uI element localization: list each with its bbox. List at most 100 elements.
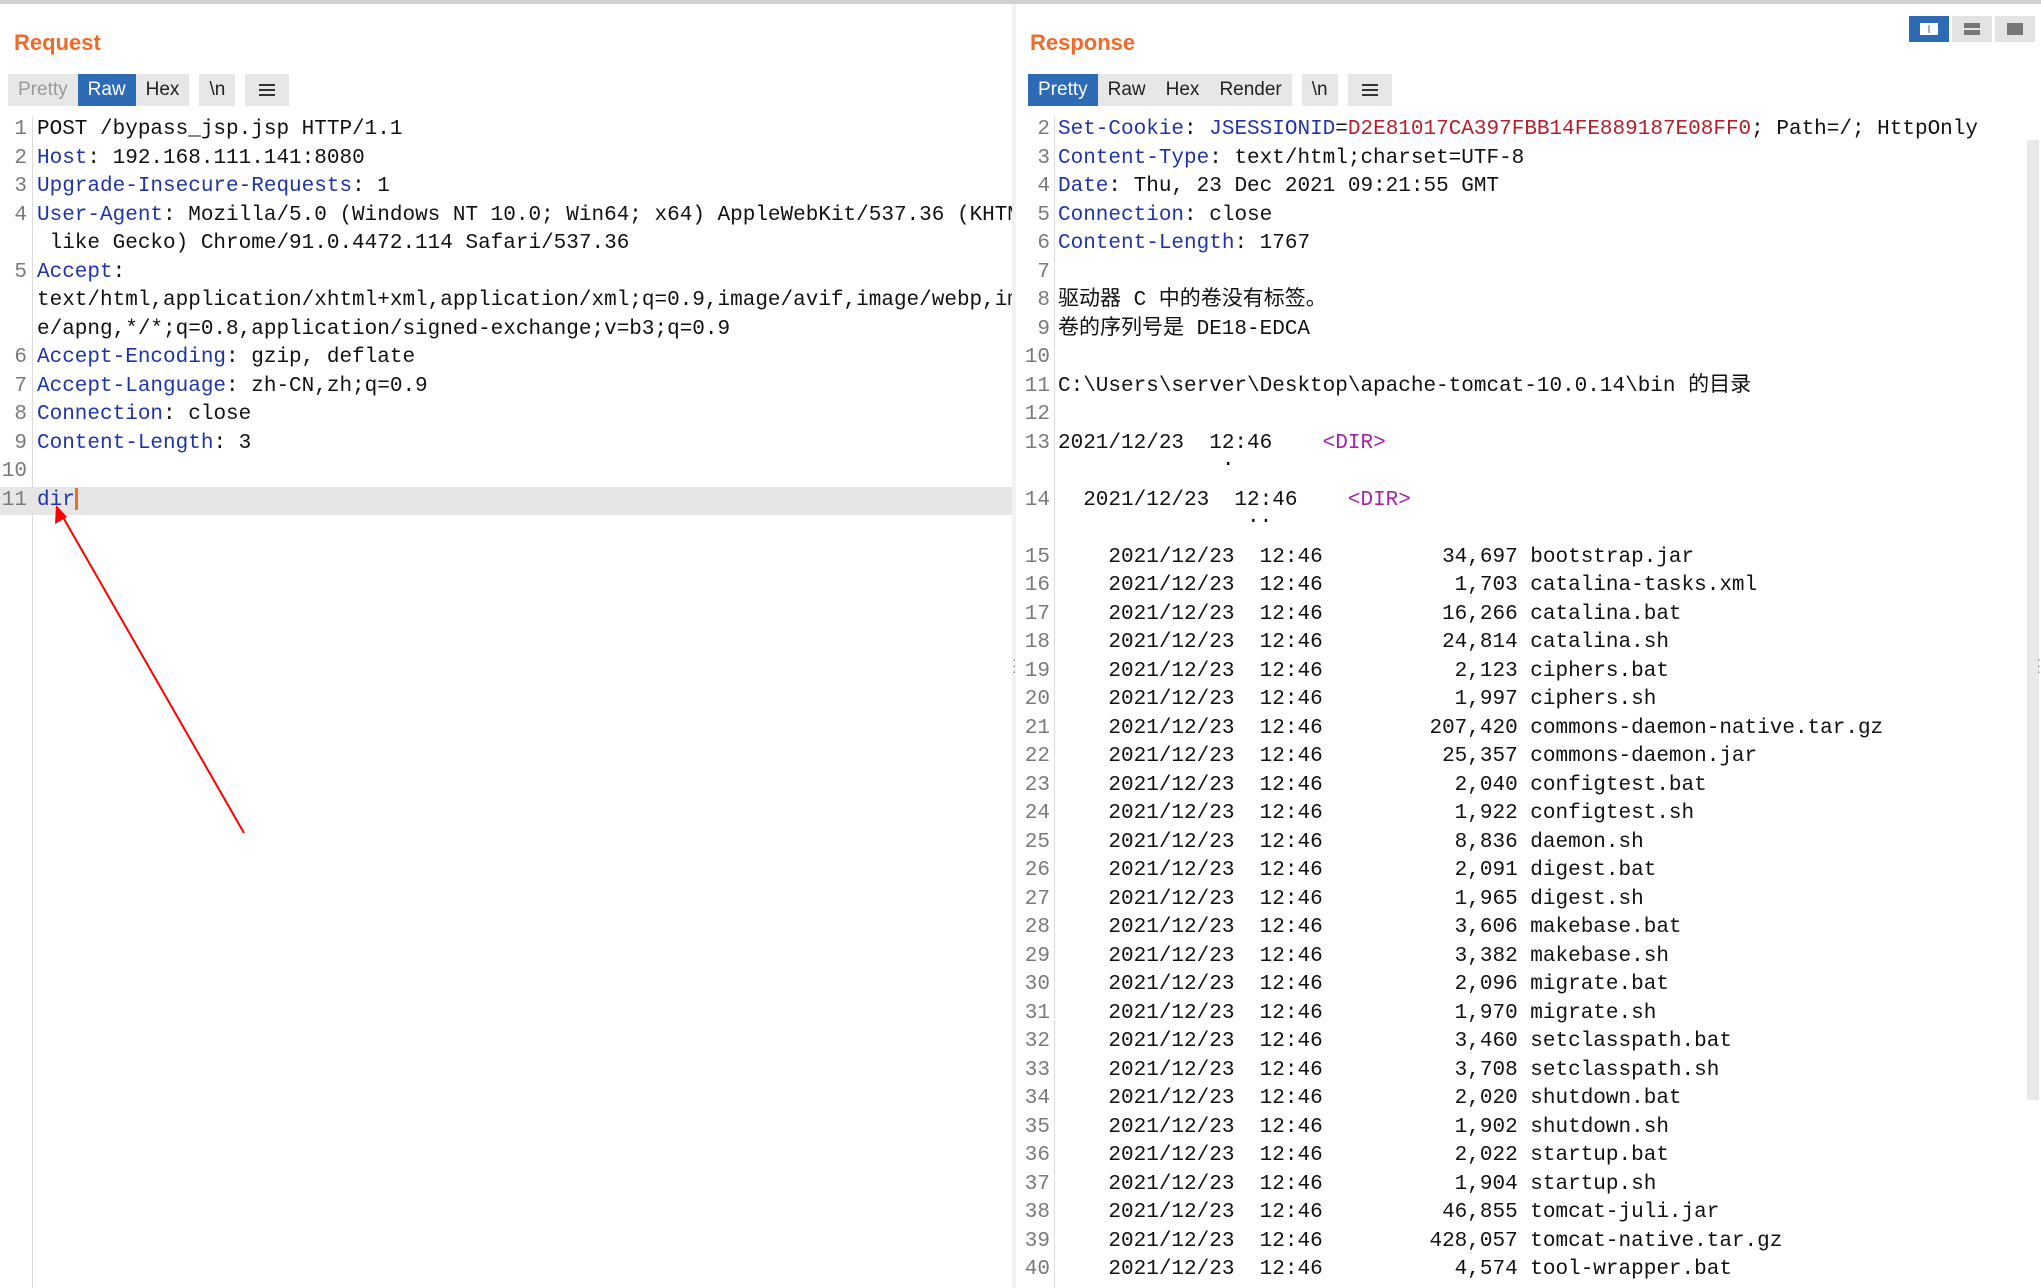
file-date: 2021/12/23: [1108, 1001, 1235, 1025]
file-date: 2021/12/23: [1108, 1201, 1235, 1224]
file-name: shutdown.sh: [1530, 1115, 1669, 1139]
line-number: 4: [1037, 175, 1050, 198]
line-number: 33: [1024, 1058, 1050, 1082]
request-line-text: text/html,application/xhtml+xml,applicat…: [37, 287, 1012, 316]
header-name: Accept: [37, 260, 113, 284]
response-editor[interactable]: 2 Set-Cookie: JSESSIONID=D2E81017CA397FBB…: [1016, 116, 2041, 1288]
file-name: catalina-tasks.xml: [1530, 574, 1758, 597]
file-date: 2021/12/23: [1108, 574, 1235, 597]
file-entry: 21 2021/12/23 12:46 207,420 commons-daemo…: [1016, 715, 2041, 744]
line-number: 26: [1024, 859, 1050, 882]
request-line-text: Upgrade-Insecure-Requests: 1: [37, 173, 390, 202]
dir-entry: 14 2021/12/23 12:46 <DIR> ..: [1016, 487, 2041, 544]
line-number: 22: [1024, 745, 1050, 768]
file-time: 12:46: [1259, 745, 1323, 768]
request-tab-raw[interactable]: Raw: [77, 74, 136, 106]
request-line-text: POST /bypass_jsp.jsp HTTP/1.1: [37, 116, 402, 145]
response-newline-toggle[interactable]: \n: [1301, 74, 1338, 106]
response-toolbar: Pretty Raw Hex Render \n: [1028, 74, 1392, 106]
response-menu-button[interactable]: [1347, 74, 1392, 106]
line-number: 18: [1024, 631, 1050, 654]
file-date: 2021/12/23: [1108, 1030, 1235, 1053]
request-body[interactable]: dir: [37, 487, 78, 516]
response-tab-hex[interactable]: Hex: [1155, 74, 1210, 106]
cookie-equals: =: [1335, 118, 1348, 141]
request-pane: Request Pretty Raw Hex \n 1 POST /bypass_…: [0, 4, 1012, 1288]
line-number: 11: [1, 488, 27, 512]
file-size: 2,096: [1454, 973, 1518, 996]
file-entry-text: 2021/12/23 12:46 2,020 shutdown.bat: [1058, 1085, 1681, 1114]
file-name: setclasspath.bat: [1530, 1030, 1732, 1053]
request-line: 8 Connection: close: [0, 401, 1012, 430]
file-time: 12:46: [1259, 773, 1323, 797]
split-view-button[interactable]: [1909, 16, 1949, 42]
single-pane-button[interactable]: [1995, 16, 2035, 42]
request-newline-toggle[interactable]: \n: [199, 74, 236, 106]
header-name: Connection: [1058, 203, 1185, 227]
file-entry: 29 2021/12/23 12:46 3,382 makebase.sh: [1016, 943, 2041, 972]
file-size: 1,965: [1454, 887, 1518, 911]
horizontal-split-button[interactable]: [1952, 16, 1992, 42]
file-entry-text: 2021/12/23 12:46 3,606 makebase.bat: [1058, 914, 1681, 943]
line-number: 24: [1024, 802, 1050, 825]
file-name: startup.bat: [1530, 1144, 1669, 1167]
file-size: 34,697: [1442, 545, 1518, 569]
file-entry: 20 2021/12/23 12:46 1,997 ciphers.sh: [1016, 686, 2041, 715]
response-line: 5 Connection: close: [1016, 202, 2041, 231]
request-menu-button[interactable]: [245, 74, 290, 106]
file-size: 2,020: [1454, 1087, 1518, 1110]
file-size: 2,040: [1454, 773, 1518, 797]
file-entry: 33 2021/12/23 12:46 3,708 setclasspath.sh: [1016, 1057, 2041, 1086]
file-name: commons-daemon.jar: [1530, 745, 1758, 768]
response-line: 7: [1016, 259, 2041, 288]
header-value: : 1767: [1234, 232, 1311, 255]
file-date: 2021/12/23: [1108, 1258, 1235, 1281]
request-line: e/apng,*/*;q=0.8,application/signed-exch…: [0, 316, 1012, 345]
header-value: :: [112, 260, 126, 284]
file-entry-text: 2021/12/23 12:46 1,970 migrate.sh: [1058, 1000, 1656, 1029]
request-line-text: Connection: close: [37, 401, 251, 430]
file-size: 46,855: [1442, 1201, 1518, 1224]
request-tab-pretty[interactable]: Pretty: [8, 74, 78, 106]
response-line-text: Content-Length: 1767: [1058, 230, 1310, 259]
response-line-text: Content-Type: text/html;charset=UTF-8: [1058, 145, 1524, 174]
file-entry: 25 2021/12/23 12:46 8,836 daemon.sh: [1016, 829, 2041, 858]
line-number: 37: [1024, 1172, 1050, 1196]
line-number: 39: [1024, 1229, 1050, 1253]
file-entry: 26 2021/12/23 12:46 2,091 digest.bat: [1016, 857, 2041, 886]
request-toolbar: Pretty Raw Hex \n: [8, 74, 290, 106]
response-tab-render[interactable]: Render: [1209, 74, 1292, 106]
header-value: like Gecko) Chrome/91.0.4472.114 Safari/…: [37, 232, 630, 255]
header-value: 卷的序列号是 DE18-EDCA: [1058, 317, 1311, 341]
line-number: 31: [1024, 1001, 1050, 1025]
request-tab-hex[interactable]: Hex: [135, 74, 190, 106]
line-number: 4: [14, 203, 27, 227]
file-time: 12:46: [1259, 574, 1323, 597]
header-name: User-Agent: [37, 203, 164, 227]
file-entry: 16 2021/12/23 12:46 1,703 catalina-tasks.…: [1016, 572, 2041, 601]
header-value: : gzip, deflate: [226, 346, 416, 369]
file-entry-text: 2021/12/23 12:46 3,460 setclasspath.bat: [1058, 1028, 1732, 1057]
request-line: like Gecko) Chrome/91.0.4472.114 Safari/…: [0, 230, 1012, 259]
response-pane: Response Pretty Raw Hex Render \n 2 Set-C…: [1016, 4, 2041, 1288]
line-number: 5: [14, 260, 27, 284]
file-date: 2021/12/23: [1108, 1229, 1235, 1253]
request-line: 4 User-Agent: Mozilla/5.0 (Windows NT 10.…: [0, 202, 1012, 231]
header-value: e/apng,*/*;q=0.8,application/signed-exch…: [37, 317, 731, 341]
response-tab-pretty[interactable]: Pretty: [1028, 74, 1098, 106]
line-number: 36: [1024, 1144, 1050, 1167]
file-entry: 23 2021/12/23 12:46 2,040 configtest.bat: [1016, 772, 2041, 801]
header-value: 驱动器 C 中的卷没有标签。: [1058, 289, 1327, 312]
file-size: 8,836: [1454, 830, 1518, 854]
response-scrollbar[interactable]: [2027, 140, 2039, 1100]
request-title: Request: [14, 30, 101, 55]
file-size: 4,574: [1454, 1258, 1518, 1281]
header-name: Host: [37, 146, 88, 170]
line-number: 27: [1024, 887, 1050, 911]
request-body-command: dir: [37, 488, 75, 512]
response-tab-raw[interactable]: Raw: [1097, 74, 1156, 106]
request-line-text: Accept-Encoding: gzip, deflate: [37, 344, 415, 373]
file-date: 2021/12/23: [1108, 830, 1235, 854]
file-entry: 34 2021/12/23 12:46 2,020 shutdown.bat: [1016, 1085, 2041, 1114]
request-editor[interactable]: 1 POST /bypass_jsp.jsp HTTP/1.1 2 Host: 192…: [0, 116, 1012, 1288]
